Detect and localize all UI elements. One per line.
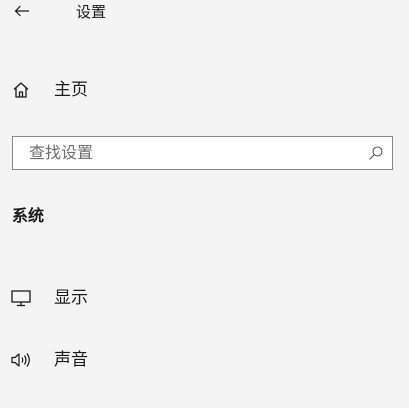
monitor-icon: [10, 289, 32, 307]
arrow-left-icon: [14, 5, 29, 17]
window-title: 设置: [76, 3, 107, 21]
settings-nav-pane: 设置 主页 系统 显示: [0, 0, 409, 408]
section-heading-system: 系统: [12, 206, 45, 225]
search-icon[interactable]: [368, 145, 384, 161]
home-icon: [12, 81, 30, 99]
search-input[interactable]: [13, 137, 369, 168]
nav-item-sound-label: 声音: [54, 350, 88, 370]
speaker-icon: [10, 351, 32, 369]
search-box[interactable]: [12, 136, 393, 170]
back-button[interactable]: [10, 0, 34, 22]
nav-item-home-label: 主页: [54, 80, 88, 100]
nav-item-home[interactable]: 主页: [0, 74, 409, 106]
nav-item-sound[interactable]: 声音: [0, 343, 409, 377]
nav-item-display[interactable]: 显示: [0, 281, 409, 315]
header: 设置: [0, 0, 409, 30]
nav-item-display-label: 显示: [54, 288, 88, 308]
